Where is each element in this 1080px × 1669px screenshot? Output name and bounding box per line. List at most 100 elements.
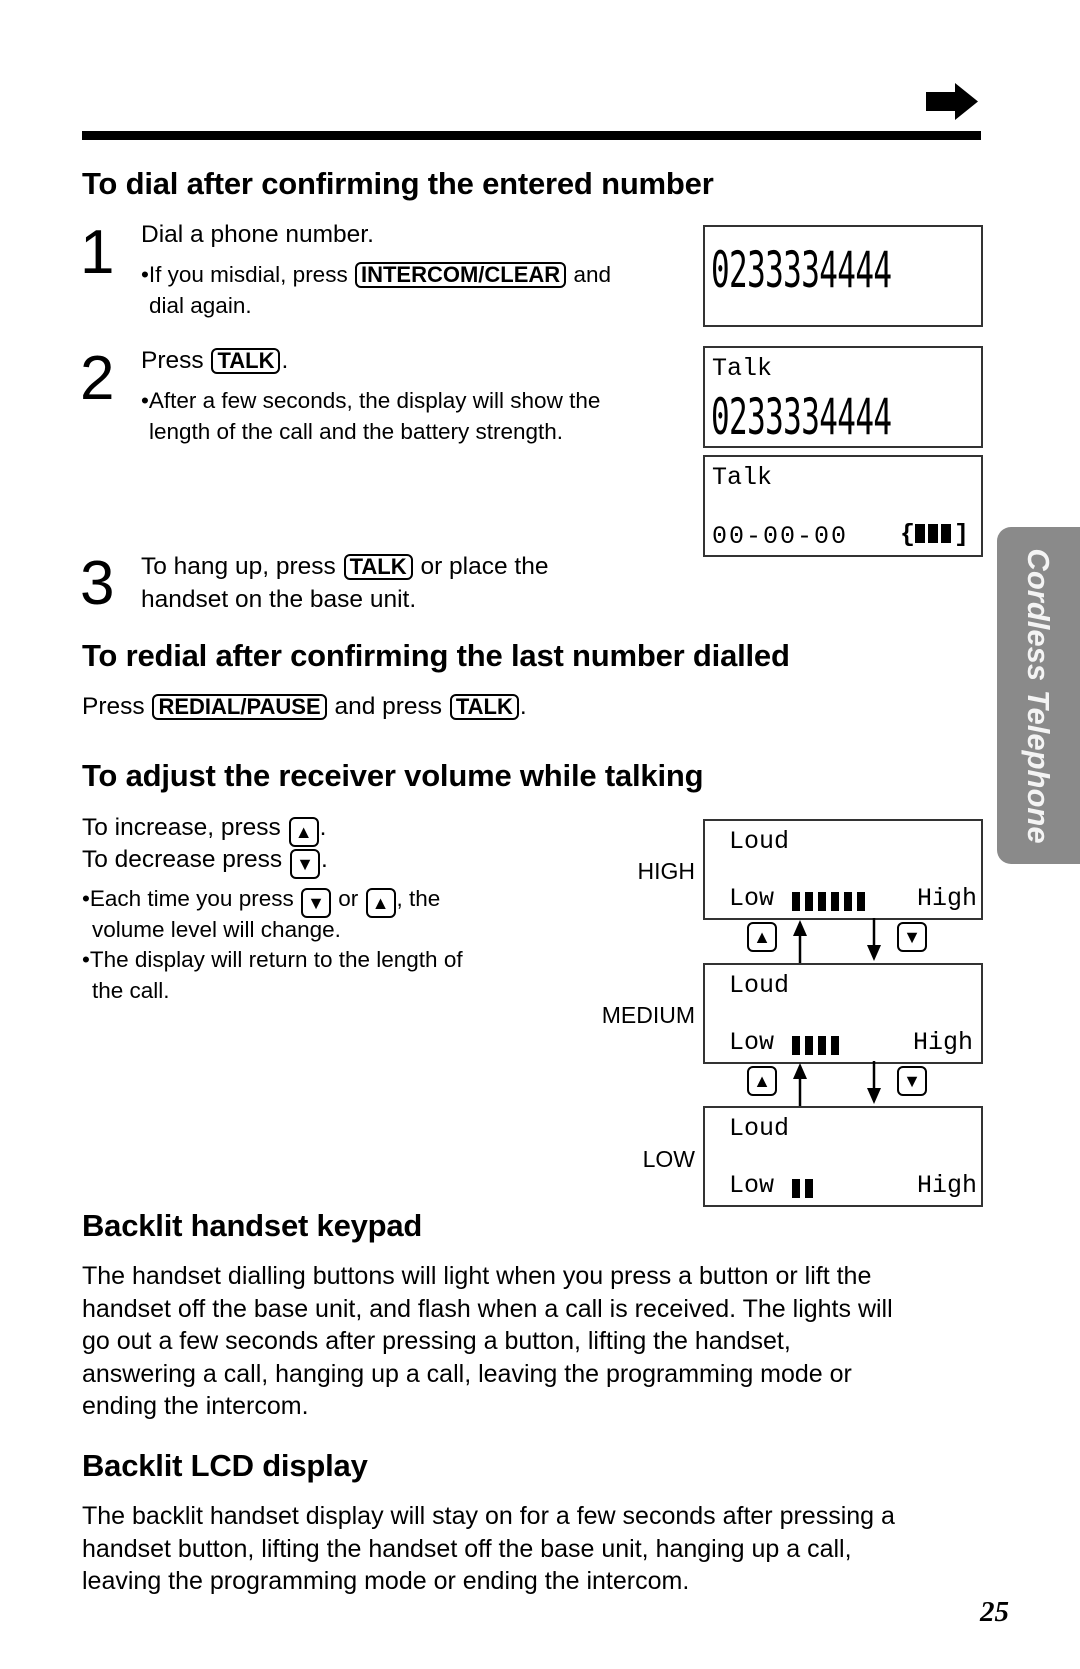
volume-up-key: ▲ bbox=[747, 1066, 777, 1096]
volume-up-key: ▲ bbox=[365, 888, 396, 918]
note-text: •If you misdial, press bbox=[141, 262, 348, 287]
volume-bar-segment bbox=[792, 892, 800, 911]
section-title-dial: To dial after confirming the entered num… bbox=[82, 166, 714, 201]
lcd-loud-label: Loud bbox=[729, 827, 790, 856]
volume-down-key: ▼ bbox=[290, 849, 320, 879]
battery-bar-segment bbox=[928, 524, 939, 543]
next-page-arrow-icon bbox=[926, 83, 978, 120]
side-tab-label: Cordless Telephone bbox=[1021, 547, 1056, 844]
volume-bar-segment bbox=[831, 1036, 839, 1055]
volume-note-1-line2: volume level will change. bbox=[92, 917, 341, 942]
volume-bar-segment bbox=[805, 892, 813, 911]
transition-up-key: ▲ bbox=[746, 922, 778, 952]
volume-bar-segment bbox=[844, 892, 852, 911]
paragraph-line: The backlit handset display will stay on… bbox=[82, 1502, 895, 1530]
battery-bracket: { bbox=[900, 520, 916, 549]
volume-bar-segment bbox=[818, 1036, 826, 1055]
step-2-note-line2: length of the call and the battery stren… bbox=[149, 419, 564, 444]
punct: . bbox=[319, 814, 327, 841]
volume-up-key: ▲ bbox=[747, 922, 777, 952]
lcd-number: 0233334444 bbox=[711, 241, 892, 299]
volume-bar-segment bbox=[792, 1036, 800, 1055]
volume-text: To increase, press bbox=[82, 814, 281, 841]
volume-bar-segment bbox=[805, 1036, 813, 1055]
page-number: 25 bbox=[980, 1596, 1009, 1628]
step-3-line1: To hang up, press TALK or place the bbox=[141, 551, 548, 583]
lcd-paragraph: The backlit handset display will stay on… bbox=[82, 1500, 982, 1598]
step-2-note-line1: •After a few seconds, the display will s… bbox=[141, 388, 601, 413]
step-2-text: Press TALK. bbox=[141, 345, 288, 377]
step-number-2: 2 bbox=[80, 344, 115, 413]
lcd-low-label: Low bbox=[729, 884, 775, 913]
volume-level-label-low: LOW bbox=[642, 1146, 695, 1172]
redial-text: and press bbox=[334, 693, 443, 720]
lcd-volume-high: Loud Low High bbox=[703, 819, 983, 920]
battery-bar-segment bbox=[915, 524, 926, 543]
volume-bar-segment bbox=[857, 892, 865, 911]
paragraph-line: handset off the base unit, and flash whe… bbox=[82, 1294, 893, 1323]
step-3-text: To hang up, press bbox=[141, 553, 336, 580]
note-text: , the bbox=[396, 886, 441, 911]
step-1-note: •If you misdial, press INTERCOM/CLEAR an… bbox=[141, 259, 611, 290]
lcd-high-label: High bbox=[916, 1171, 977, 1200]
battery-bar-segment bbox=[941, 524, 952, 543]
section-title-lcd: Backlit LCD display bbox=[82, 1448, 368, 1483]
paragraph-line: go out a few seconds after pressing a bu… bbox=[82, 1327, 791, 1355]
volume-bar-segment bbox=[805, 1179, 813, 1198]
arrow-down-icon bbox=[867, 918, 881, 961]
note-text: •Each time you press bbox=[82, 886, 294, 911]
step-3-text: or place the bbox=[420, 553, 549, 580]
arrow-up-icon bbox=[793, 1063, 807, 1106]
step-1-note-line2: dial again. bbox=[149, 293, 252, 318]
punct: . bbox=[321, 846, 328, 873]
step-1-text: Dial a phone number. bbox=[141, 221, 374, 248]
lcd-status: Talk bbox=[712, 463, 773, 492]
intercom-clear-key: INTERCOM/CLEAR bbox=[354, 262, 567, 288]
volume-increase-text: To increase, press ▲. bbox=[82, 812, 326, 847]
volume-note-2-line2: the call. bbox=[92, 978, 170, 1003]
paragraph-line: leaving the programming mode or ending t… bbox=[82, 1567, 690, 1595]
talk-key: TALK bbox=[211, 348, 281, 374]
transition-down-key: ▼ bbox=[896, 922, 928, 952]
volume-bars bbox=[792, 887, 870, 916]
lcd-display-talk-timer: Talk 00-00-00 {] bbox=[703, 455, 983, 557]
lcd-loud-label: Loud bbox=[729, 1114, 790, 1143]
transition-down-key: ▼ bbox=[896, 1066, 928, 1096]
lcd-loud-label: Loud bbox=[729, 971, 790, 1000]
keypad-paragraph: The handset dialling buttons will light … bbox=[82, 1260, 982, 1423]
step-2-label: Press bbox=[141, 347, 204, 374]
volume-bar-segment bbox=[818, 892, 826, 911]
volume-up-key: ▲ bbox=[288, 817, 319, 847]
lcd-high-label: High bbox=[916, 884, 977, 913]
battery-bracket: ] bbox=[954, 520, 970, 549]
paragraph-line: answering a call, hanging up a call, lea… bbox=[82, 1359, 852, 1388]
lcd-number: 0233334444 bbox=[711, 388, 892, 446]
header-rule bbox=[82, 131, 981, 140]
paragraph-line: ending the intercom. bbox=[82, 1392, 309, 1420]
lcd-display-entered-number: 0233334444 bbox=[703, 225, 983, 327]
lcd-call-timer: 00-00-00 bbox=[712, 522, 849, 551]
lcd-volume-medium: Loud Low High bbox=[703, 963, 983, 1064]
step-number-1: 1 bbox=[80, 218, 115, 287]
lcd-display-talk-number: Talk 0233334444 bbox=[703, 346, 983, 448]
volume-bars bbox=[792, 1031, 844, 1060]
volume-level-label-high: HIGH bbox=[637, 858, 696, 884]
step-number-3: 3 bbox=[80, 549, 115, 618]
lcd-status: Talk bbox=[712, 354, 773, 383]
section-side-tab: Cordless Telephone bbox=[997, 527, 1080, 864]
punct: . bbox=[519, 693, 527, 720]
paragraph-line: The handset dialling buttons will light … bbox=[82, 1262, 872, 1290]
note-text: or bbox=[338, 886, 359, 911]
punct: . bbox=[281, 347, 289, 374]
lcd-low-label: Low bbox=[729, 1028, 775, 1057]
volume-note-1: •Each time you press ▼ or ▲, the bbox=[82, 883, 440, 918]
volume-down-key: ▼ bbox=[897, 1066, 927, 1096]
lcd-high-label: High bbox=[912, 1028, 973, 1057]
volume-decrease-text: To decrease press ▼. bbox=[82, 844, 328, 879]
arrow-up-icon bbox=[793, 920, 807, 963]
note-text: and bbox=[573, 262, 611, 287]
lcd-low-label: Low bbox=[729, 1171, 775, 1200]
redial-text: Press bbox=[82, 693, 145, 720]
volume-level-label-medium: MEDIUM bbox=[601, 1002, 695, 1028]
section-title-keypad: Backlit handset keypad bbox=[82, 1208, 423, 1243]
